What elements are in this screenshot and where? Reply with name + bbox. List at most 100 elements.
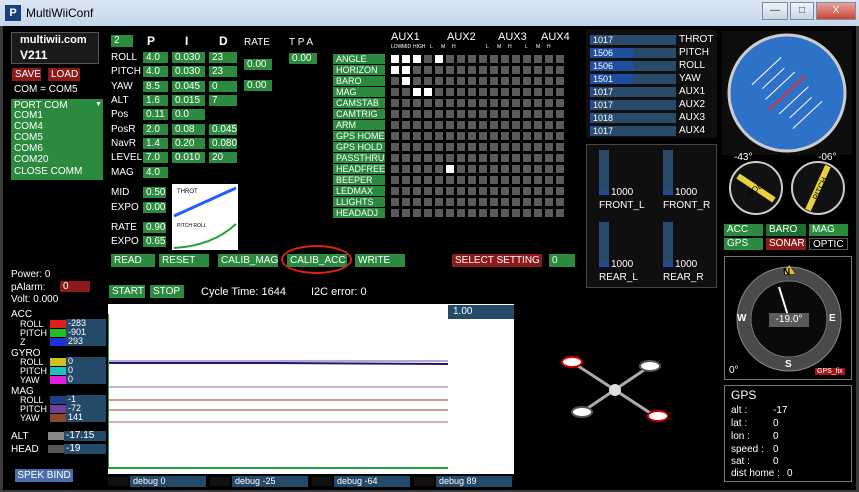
aux-cell[interactable] — [424, 209, 432, 217]
aux-cell[interactable] — [523, 55, 531, 63]
aux-cell[interactable] — [534, 77, 542, 85]
aux-cell[interactable] — [402, 110, 410, 118]
aux-cell[interactable] — [446, 121, 454, 129]
aux-cell[interactable] — [501, 143, 509, 151]
aux-cell[interactable] — [424, 132, 432, 140]
aux-cell[interactable] — [545, 198, 553, 206]
aux-cell[interactable] — [512, 88, 520, 96]
aux-cell[interactable] — [479, 176, 487, 184]
calib-mag-button[interactable]: CALIB_MAG — [218, 254, 278, 267]
aux-cell[interactable] — [512, 198, 520, 206]
pid-p-value[interactable]: 1.4 — [143, 138, 168, 149]
stop-button[interactable]: STOP — [150, 285, 184, 298]
aux-cell[interactable] — [490, 209, 498, 217]
aux-cell[interactable] — [523, 110, 531, 118]
aux-cell[interactable] — [402, 77, 410, 85]
aux-cell[interactable] — [512, 110, 520, 118]
aux-cell[interactable] — [534, 198, 542, 206]
aux-cell[interactable] — [512, 99, 520, 107]
aux-cell[interactable] — [435, 99, 443, 107]
expo-value[interactable]: 0.00 — [143, 202, 166, 213]
aux-cell[interactable] — [490, 132, 498, 140]
aux-cell[interactable] — [490, 176, 498, 184]
aux-cell[interactable] — [490, 66, 498, 74]
aux-cell[interactable] — [479, 77, 487, 85]
aux-cell[interactable] — [413, 143, 421, 151]
aux-cell[interactable] — [413, 198, 421, 206]
aux-cell[interactable] — [479, 165, 487, 173]
aux-cell[interactable] — [413, 99, 421, 107]
aux-cell[interactable] — [402, 88, 410, 96]
aux-cell[interactable] — [556, 77, 564, 85]
graph-scale[interactable]: 1.00 — [448, 305, 514, 319]
aux-cell[interactable] — [413, 209, 421, 217]
pid-p-value[interactable]: 4.0 — [143, 52, 168, 63]
aux-cell[interactable] — [490, 110, 498, 118]
aux-cell[interactable] — [457, 121, 465, 129]
aux-cell[interactable] — [512, 187, 520, 195]
aux-cell[interactable] — [534, 66, 542, 74]
aux-cell[interactable] — [391, 165, 399, 173]
aux-cell[interactable] — [468, 132, 476, 140]
aux-cell[interactable] — [479, 198, 487, 206]
aux-cell[interactable] — [468, 209, 476, 217]
aux-cell[interactable] — [391, 154, 399, 162]
aux-cell[interactable] — [545, 121, 553, 129]
pid-d-value[interactable]: 23 — [209, 52, 237, 63]
aux-cell[interactable] — [457, 88, 465, 96]
aux-cell[interactable] — [512, 165, 520, 173]
aux-cell[interactable] — [424, 187, 432, 195]
aux-cell[interactable] — [424, 198, 432, 206]
pid-p-value[interactable]: 4.0 — [143, 66, 168, 77]
pid-i-value[interactable]: 0.030 — [172, 52, 205, 63]
pid-d-value[interactable]: 7 — [209, 95, 237, 106]
aux-cell[interactable] — [457, 55, 465, 63]
aux-cell[interactable] — [391, 176, 399, 184]
aux-cell[interactable] — [413, 66, 421, 74]
aux-cell[interactable] — [402, 165, 410, 173]
aux-cell[interactable] — [534, 55, 542, 63]
aux-cell[interactable] — [468, 88, 476, 96]
aux-cell[interactable] — [402, 132, 410, 140]
aux-cell[interactable] — [413, 121, 421, 129]
aux-cell[interactable] — [468, 143, 476, 151]
aux-cell[interactable] — [446, 154, 454, 162]
pid-d-value[interactable]: 0 — [209, 81, 237, 92]
pid-p-value[interactable]: 7.0 — [143, 152, 168, 163]
aux-cell[interactable] — [457, 176, 465, 184]
aux-cell[interactable] — [545, 77, 553, 85]
aux-cell[interactable] — [457, 198, 465, 206]
aux-cell[interactable] — [523, 99, 531, 107]
aux-cell[interactable] — [523, 143, 531, 151]
aux-cell[interactable] — [556, 99, 564, 107]
aux-cell[interactable] — [534, 110, 542, 118]
pid-i-value[interactable]: 0.0 — [172, 109, 205, 120]
aux-cell[interactable] — [556, 132, 564, 140]
aux-cell[interactable] — [490, 187, 498, 195]
read-button[interactable]: READ — [111, 254, 155, 267]
aux-cell[interactable] — [435, 132, 443, 140]
aux-cell[interactable] — [534, 143, 542, 151]
aux-cell[interactable] — [556, 55, 564, 63]
aux-cell[interactable] — [523, 77, 531, 85]
aux-cell[interactable] — [501, 187, 509, 195]
aux-cell[interactable] — [545, 165, 553, 173]
aux-cell[interactable] — [391, 88, 399, 96]
spek-bind-button[interactable]: SPEK BIND — [15, 469, 73, 482]
start-button[interactable]: START — [109, 285, 145, 298]
aux-cell[interactable] — [413, 55, 421, 63]
aux-cell[interactable] — [490, 88, 498, 96]
aux-cell[interactable] — [534, 132, 542, 140]
aux-cell[interactable] — [479, 88, 487, 96]
aux-cell[interactable] — [523, 154, 531, 162]
aux-cell[interactable] — [556, 165, 564, 173]
aux-cell[interactable] — [512, 55, 520, 63]
aux-cell[interactable] — [424, 176, 432, 184]
aux-cell[interactable] — [435, 121, 443, 129]
aux-cell[interactable] — [424, 121, 432, 129]
aux-cell[interactable] — [523, 165, 531, 173]
setting-value[interactable]: 0 — [549, 254, 575, 267]
aux-cell[interactable] — [413, 187, 421, 195]
aux-cell[interactable] — [523, 132, 531, 140]
aux-cell[interactable] — [435, 110, 443, 118]
